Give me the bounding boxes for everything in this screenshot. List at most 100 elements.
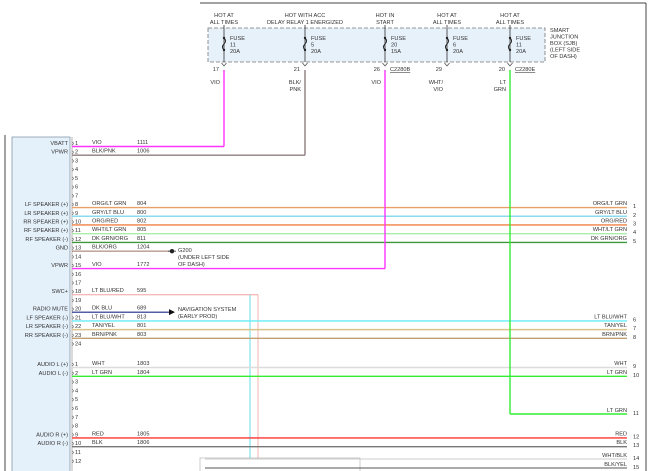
fuse-terminal (222, 48, 226, 52)
sjb-pin-number: 20 (499, 67, 505, 73)
wire-color-label: LT BLU/WHT (92, 314, 125, 320)
circuit-number: 1804 (137, 370, 149, 376)
wire-color-label: LT BLU/RED (92, 288, 124, 294)
wire-color-label: VIO (92, 262, 102, 268)
smart-junction-box (207, 27, 546, 63)
right-pin-number: 9 (633, 364, 636, 370)
lower-component-box (199, 457, 361, 471)
right-pin-number: 6 (633, 317, 636, 323)
right-wire-label: RED (615, 431, 627, 437)
fuse-feed-label: HOT AT (500, 13, 520, 19)
right-pin-number: 2 (633, 213, 636, 219)
radio-pin-number: 7 (75, 193, 78, 199)
radio-pin-label: GND (56, 246, 68, 252)
connector-pin-icon (302, 62, 308, 67)
right-pin-number: 13 (633, 443, 639, 449)
radio-pin-label: SWC+ (52, 289, 68, 295)
radio-pin-label: AUDIO R (+) (36, 432, 68, 438)
radio-pin-number: 16 (75, 272, 81, 278)
wire-color-label: DK BLU (92, 306, 112, 312)
wire-color-label: GRY/LT BLU (92, 210, 124, 216)
right-wire-label: ORG/LT GRN (593, 201, 627, 207)
radio-pin-number: 12 (75, 459, 81, 465)
wire-color-label: BLK/PNK (92, 149, 116, 155)
circuit-number: 811 (137, 236, 146, 242)
circuit-number: 813 (137, 314, 146, 320)
wire-color-label: TAN/YEL (92, 323, 115, 329)
fuse-label: 11 (230, 43, 236, 49)
circuit-number: 805 (137, 227, 146, 233)
wire-color-label: GRN (494, 87, 506, 93)
fuse-label: 5 (311, 43, 314, 49)
radio-pin-number: 24 (75, 342, 81, 348)
wire-color-label: RED (92, 431, 104, 437)
radio-pin-label: RADIO MUTE (33, 307, 68, 313)
radio-pin-label: RR SPEAKER (+) (23, 219, 68, 225)
right-wire-label: BLK/YEL (604, 462, 627, 468)
sjb-pin-number: 17 (213, 67, 219, 73)
right-pin-number: 11 (633, 411, 639, 417)
right-pin-number: 7 (633, 326, 636, 332)
wire-color-label: BRN/PNK (92, 332, 117, 338)
radio-pin-number: 17 (75, 281, 81, 287)
ground-location-label: G200 (178, 248, 192, 254)
right-pin-number: 8 (633, 335, 636, 341)
fuse-label: 15A (391, 49, 401, 55)
fuse-terminal (445, 36, 449, 40)
connector-pin-icon (221, 62, 227, 67)
circuit-number: 804 (137, 201, 146, 207)
radio-pin-label: LF SPEAKER (-) (26, 315, 68, 321)
fuse-terminal (508, 48, 512, 52)
circuit-number: 801 (137, 323, 146, 329)
circuit-number: 1006 (137, 149, 149, 155)
right-pin-number: 10 (633, 373, 639, 379)
right-wire-label: BLK (616, 440, 627, 446)
wire-color-label: VIO (433, 87, 443, 93)
fuse-label: 20A (453, 49, 463, 55)
wire-color-label: VIO (371, 80, 381, 86)
radio-pin-number: 3 (75, 158, 78, 164)
fuse-label: FUSE (311, 36, 326, 42)
right-wire-label: DK GRN/ORG (591, 236, 627, 242)
radio-pin-number: 8 (75, 424, 78, 430)
right-wire-label: WHT (614, 361, 627, 367)
wire-color-label: LT (500, 80, 507, 86)
circuit-number: 800 (137, 210, 146, 216)
wire-color-label: BLK/ (289, 80, 302, 86)
radio-pin-number: 11 (75, 450, 81, 456)
right-wire-label: LT BLU/WHT (594, 314, 627, 320)
fuse-label: 20A (311, 49, 321, 55)
sjb-label: OF DASH) (550, 54, 577, 60)
wire-color-label: VIO (92, 140, 102, 146)
wire-color-label: BLK (92, 440, 103, 446)
connector-pin-icon (444, 62, 450, 67)
radio-pin-number: 6 (75, 406, 78, 412)
sjb-label: BOX (SJB) (550, 41, 577, 47)
wire-color-label: ORG/LT GRN (92, 201, 126, 207)
fuse-terminal (303, 48, 307, 52)
fuse-label: 20A (230, 49, 240, 55)
fuse-label: FUSE (453, 36, 468, 42)
right-wire-label: WHT/LT GRN (593, 227, 627, 233)
wiring-diagram: SMARTJUNCTIONBOX (SJB)(LEFT SIDEOF DASH)… (4, 2, 647, 471)
radio-pin-number: 14 (75, 254, 81, 260)
fuse-terminal (303, 36, 307, 40)
sjb-label: JUNCTION (550, 35, 578, 41)
right-wire-label: ORG/RED (601, 218, 627, 224)
wire-color-label: WHT/LT GRN (92, 227, 126, 233)
radio-pin-label: VPWR (51, 150, 68, 156)
fuse-terminal (383, 48, 387, 52)
circuit-number: 803 (137, 332, 146, 338)
radio-module (11, 136, 71, 471)
circuit-number: 1111 (137, 140, 148, 146)
right-pin-number: 15 (633, 465, 639, 471)
fuse-label: FUSE (391, 36, 406, 42)
wire-color-label: ORG/RED (92, 218, 118, 224)
connector-id: C2280B (390, 67, 410, 73)
fuse-feed-label: HOT AT (214, 13, 234, 19)
wire-color-label: WHT (92, 361, 105, 367)
wire-color-label: DK GRN/ORG (92, 236, 128, 242)
radio-pin-label: RF SPEAKER (+) (24, 228, 68, 234)
wire-color-label: PNK (289, 87, 301, 93)
wire-color-label: WHT/ (429, 80, 444, 86)
